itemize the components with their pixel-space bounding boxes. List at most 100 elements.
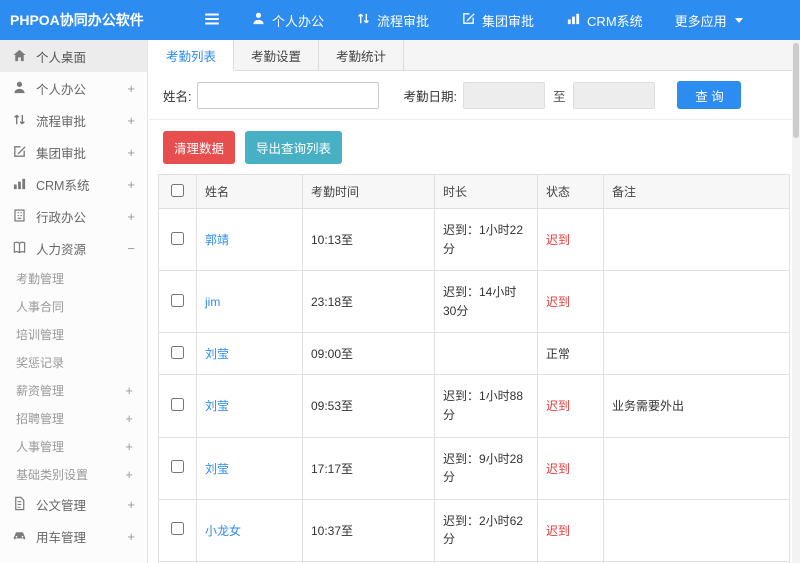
header-remark: 备注 — [603, 174, 790, 209]
header-name: 姓名 — [196, 174, 303, 209]
tab-bar: 考勤列表 考勤设置 考勤统计 — [149, 40, 800, 71]
clear-data-button[interactable]: 清理数据 — [163, 131, 236, 164]
sidebar-item-human-resources[interactable]: 人力资源 − — [0, 232, 147, 264]
status-cell: 迟到 — [537, 207, 604, 272]
employee-name-link[interactable]: jim — [205, 295, 220, 309]
row-checkbox[interactable] — [171, 397, 184, 411]
status-cell: 迟到 — [537, 498, 604, 562]
app-header: PHPOA协同办公软件 个人办公 流程审批 集团审批 CRM系统 更多应用 — [0, 0, 800, 40]
employee-name-link[interactable]: 刘莹 — [205, 347, 229, 361]
row-checkbox[interactable] — [171, 293, 184, 307]
remark-cell — [603, 207, 790, 272]
duration-cell: 迟到：2小时62分 — [434, 498, 538, 562]
nav-item-process-approval[interactable]: 流程审批 — [356, 11, 429, 30]
sidebar-subitem-salary-mgmt[interactable]: 薪资管理 + — [0, 376, 147, 404]
sidebar-subitem-reward-punishment[interactable]: 奖惩记录 — [0, 348, 147, 376]
nav-item-more-apps[interactable]: 更多应用 — [675, 11, 743, 30]
building-icon — [12, 208, 28, 224]
table-row: 刘莹 09:00至 正常 — [158, 332, 790, 376]
row-checkbox[interactable] — [171, 231, 184, 245]
name-filter-input[interactable] — [197, 81, 380, 109]
sidebar-item-document-mgmt[interactable]: 公文管理 + — [0, 488, 147, 520]
tab-attendance-stats[interactable]: 考勤统计 — [319, 40, 405, 70]
remark-cell — [603, 498, 790, 562]
status-cell: 迟到 — [537, 436, 604, 500]
chevron-down-icon — [734, 17, 743, 23]
expand-icon: + — [127, 496, 135, 512]
sidebar-item-admin-office[interactable]: 行政办公 + — [0, 200, 147, 232]
date-to-input[interactable] — [573, 81, 656, 109]
expand-icon: + — [127, 112, 135, 128]
sidebar-item-crm[interactable]: CRM系统 + — [0, 168, 147, 200]
expand-icon: + — [125, 382, 133, 398]
date-from-input[interactable] — [462, 81, 545, 109]
home-icon — [12, 48, 28, 64]
flow-icon — [12, 112, 28, 128]
remark-cell — [603, 436, 790, 500]
hamburger-menu-icon — [203, 10, 221, 31]
employee-name-link[interactable]: 刘莹 — [205, 399, 229, 413]
name-filter-label: 姓名: — [163, 89, 192, 104]
row-checkbox[interactable] — [171, 522, 184, 536]
expand-icon: + — [125, 410, 133, 426]
select-all-checkbox[interactable] — [171, 183, 184, 197]
expand-icon: + — [127, 176, 135, 192]
book-icon — [12, 240, 28, 256]
sidebar-subitem-personnel-mgmt[interactable]: 人事管理 + — [0, 432, 147, 460]
sidebar-subitem-attendance-mgmt[interactable]: 考勤管理 — [0, 264, 147, 292]
main-content: 考勤列表 考勤设置 考勤统计 姓名: 考勤日期: 至 查 询 清理数据 导出查询… — [149, 40, 800, 563]
sidebar-item-group-approval[interactable]: 集团审批 + — [0, 136, 147, 168]
sidebar-item-desktop[interactable]: 个人桌面 — [0, 40, 147, 72]
time-cell: 09:00至 — [302, 332, 435, 376]
duration-cell — [434, 332, 538, 376]
menu-button[interactable] — [203, 10, 221, 31]
person-icon — [12, 80, 28, 96]
header-duration: 时长 — [434, 174, 538, 209]
nav-item-crm-system[interactable]: CRM系统 — [566, 11, 643, 30]
remark-cell: 业务需要外出 — [603, 374, 790, 438]
time-cell: 10:13至 — [302, 207, 435, 272]
duration-cell: 迟到：14小时30分 — [434, 270, 538, 334]
nav-item-personal-office[interactable]: 个人办公 — [251, 11, 324, 30]
chart-icon — [566, 11, 581, 29]
sidebar-subitem-base-category-settings[interactable]: 基础类别设置 + — [0, 460, 147, 488]
status-cell: 迟到 — [537, 270, 604, 334]
table-row: 刘莹 09:53至 迟到：1小时88分 迟到 业务需要外出 — [158, 374, 790, 438]
action-buttons: 清理数据 导出查询列表 — [149, 120, 800, 174]
edit-icon — [12, 144, 28, 160]
sidebar-subitem-hr-contract[interactable]: 人事合同 — [0, 292, 147, 320]
sidebar-item-vehicle-mgmt[interactable]: 用车管理 + — [0, 520, 147, 552]
search-button[interactable]: 查 询 — [677, 81, 742, 109]
status-cell: 迟到 — [537, 374, 604, 438]
collapse-icon: − — [127, 240, 135, 256]
tab-attendance-settings[interactable]: 考勤设置 — [234, 40, 320, 70]
employee-name-link[interactable]: 刘莹 — [205, 462, 229, 476]
attendance-table: 姓名 考勤时间 时长 状态 备注 郭靖 10:13至 迟到：1小时22分 迟到 — [158, 174, 790, 563]
export-list-button[interactable]: 导出查询列表 — [245, 131, 343, 164]
status-cell: 正常 — [537, 332, 604, 376]
nav-item-group-approval[interactable]: 集团审批 — [461, 11, 534, 30]
duration-cell: 迟到：9小时28分 — [434, 436, 538, 500]
chart-icon — [12, 176, 28, 192]
scrollbar-thumb[interactable] — [793, 43, 799, 138]
table-header-row: 姓名 考勤时间 时长 状态 备注 — [158, 174, 790, 209]
sidebar-item-process-approval[interactable]: 流程审批 + — [0, 104, 147, 136]
tab-attendance-list[interactable]: 考勤列表 — [149, 40, 235, 71]
top-navigation: 个人办公 流程审批 集团审批 CRM系统 更多应用 — [251, 11, 743, 30]
duration-cell: 迟到：1小时88分 — [434, 374, 538, 438]
flow-icon — [356, 11, 371, 29]
header-status: 状态 — [537, 174, 604, 209]
sidebar-item-personal-office[interactable]: 个人办公 + — [0, 72, 147, 104]
scrollbar[interactable] — [792, 40, 800, 563]
sidebar-subitem-training-mgmt[interactable]: 培训管理 — [0, 320, 147, 348]
edit-icon — [461, 11, 476, 29]
employee-name-link[interactable]: 小龙女 — [205, 524, 241, 538]
expand-icon: + — [127, 144, 135, 160]
row-checkbox[interactable] — [171, 345, 184, 359]
car-icon — [12, 528, 28, 544]
person-icon — [251, 11, 266, 29]
employee-name-link[interactable]: 郭靖 — [205, 233, 229, 247]
row-checkbox[interactable] — [171, 460, 184, 474]
filter-bar: 姓名: 考勤日期: 至 查 询 — [149, 71, 800, 120]
sidebar-subitem-recruitment-mgmt[interactable]: 招聘管理 + — [0, 404, 147, 432]
